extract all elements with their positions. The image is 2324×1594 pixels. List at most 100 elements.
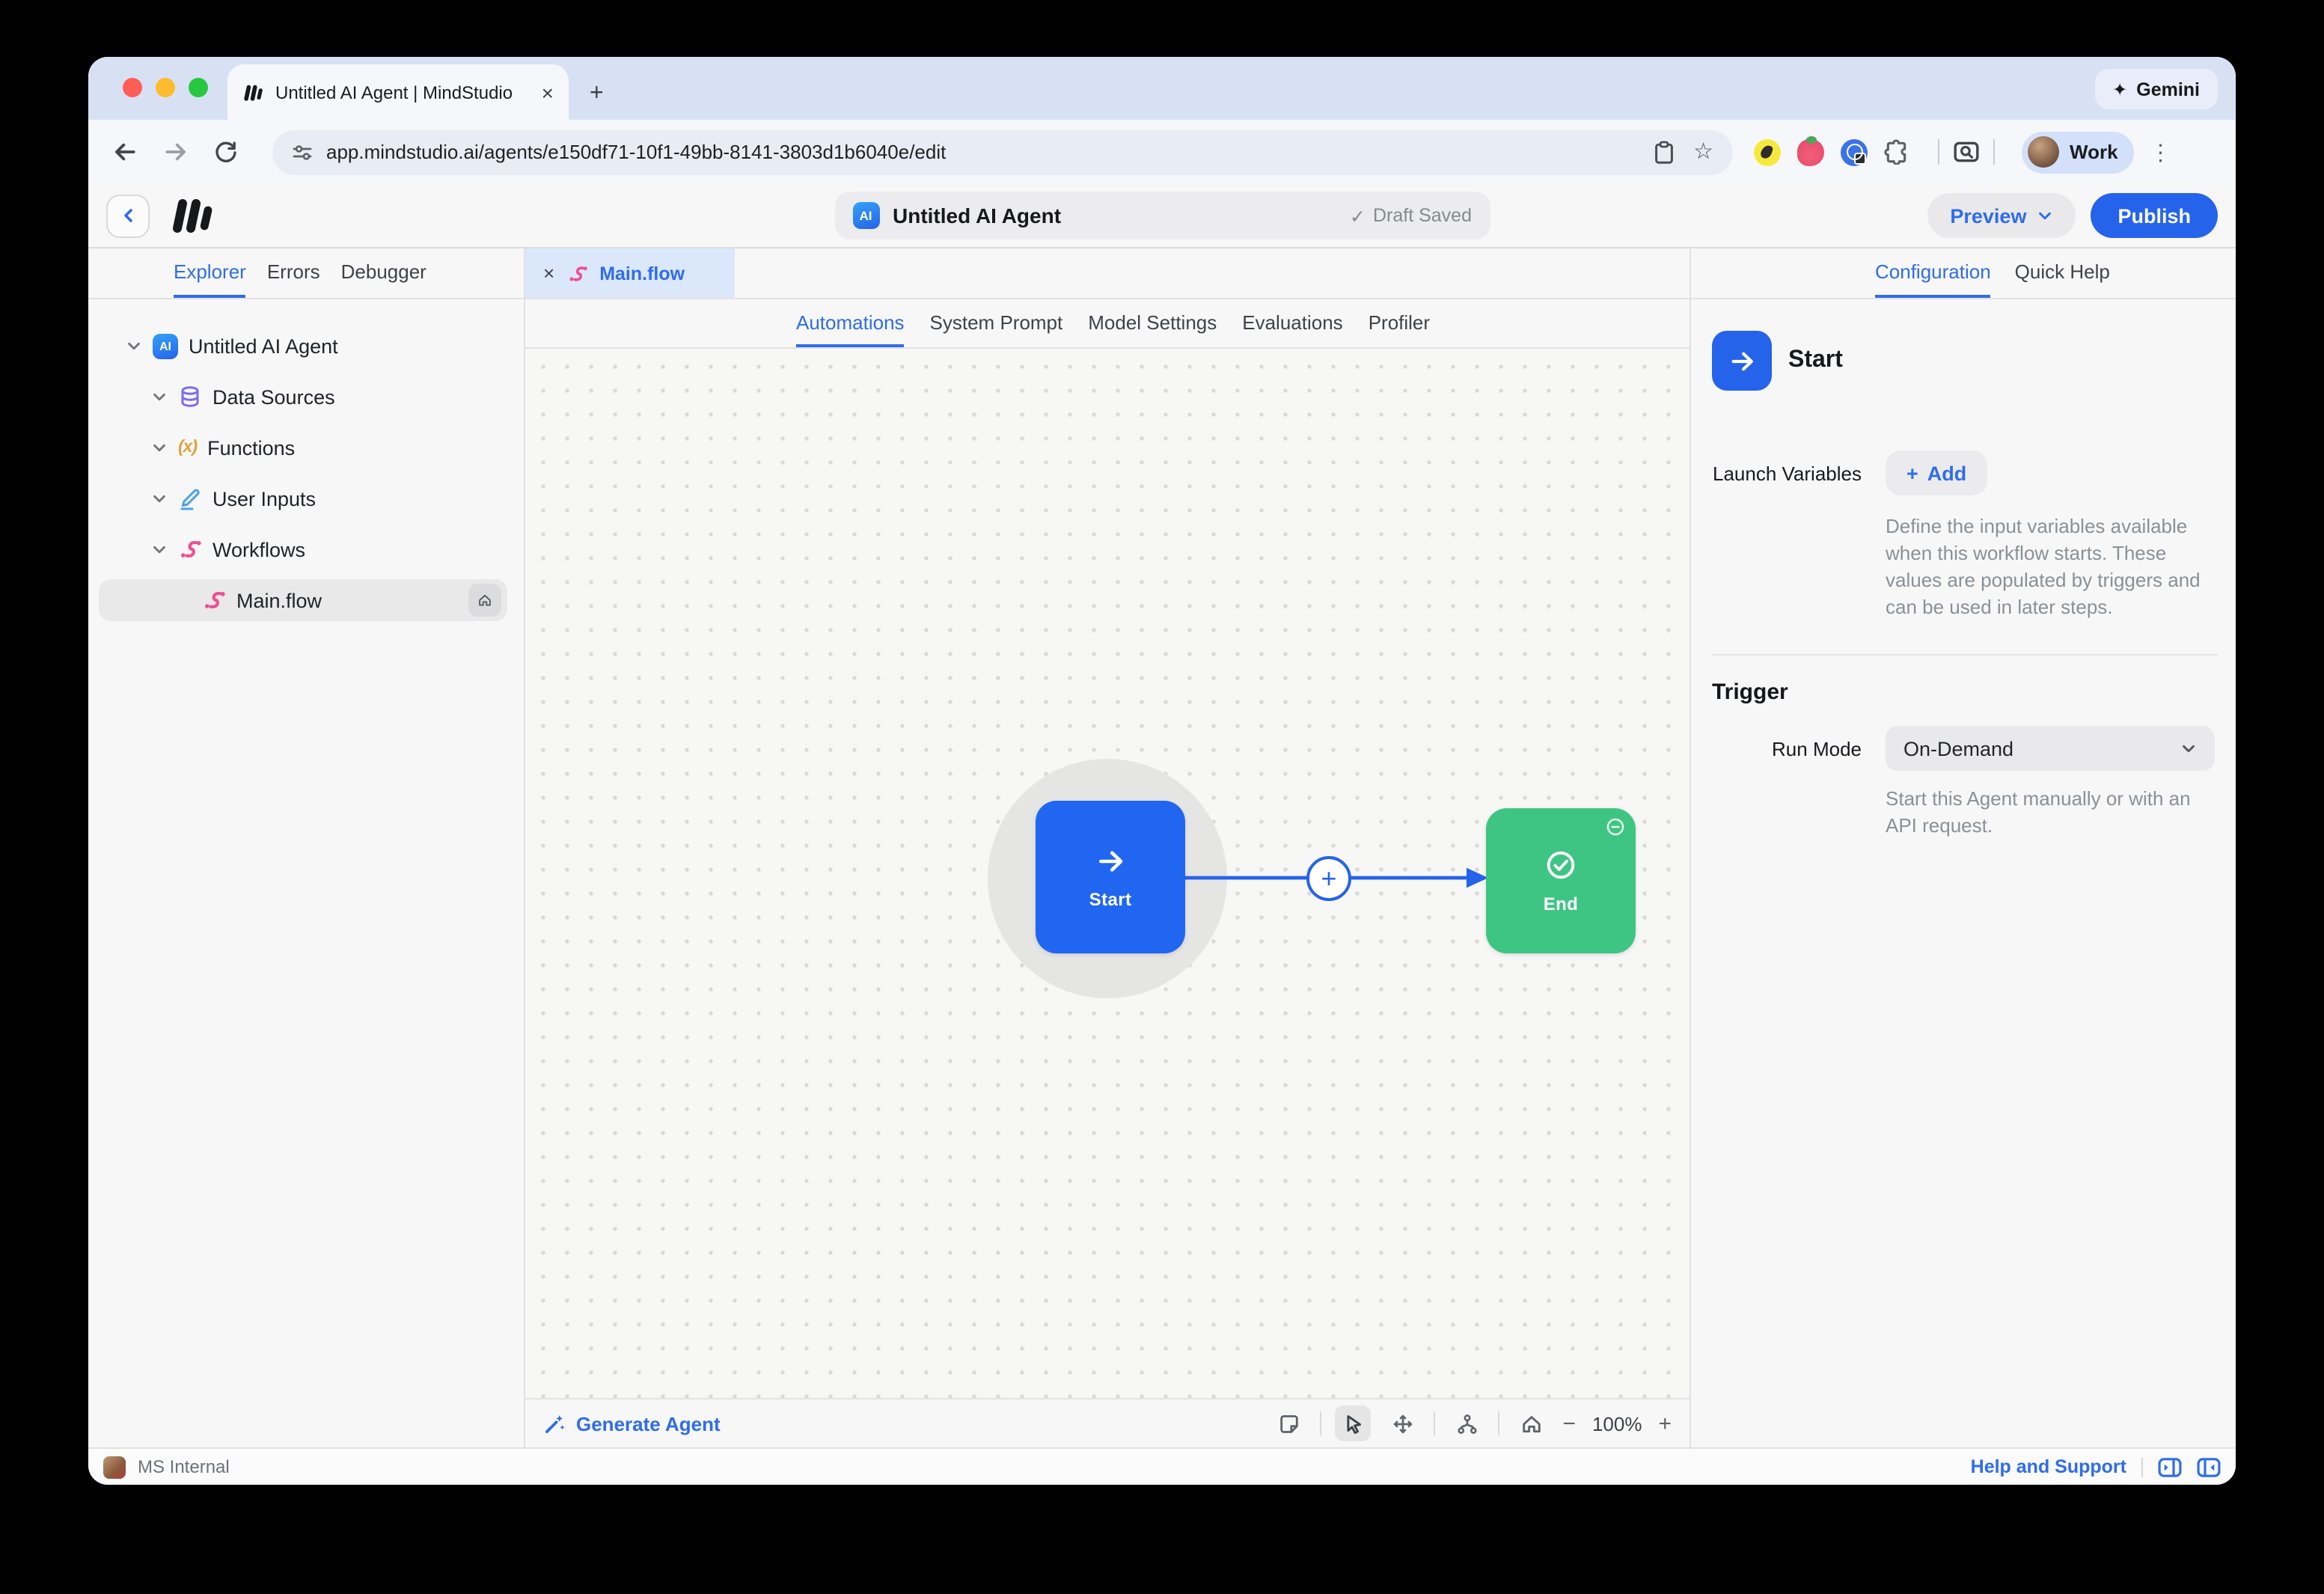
- workspace-name[interactable]: MS Internal: [138, 1456, 230, 1477]
- arrow-right-icon: [1728, 346, 1756, 375]
- url-text[interactable]: app.mindstudio.ai/agents/e150df71-10f1-4…: [326, 141, 1639, 163]
- toggle-right-panel-icon[interactable]: [2197, 1457, 2221, 1477]
- tidy-layout-tool[interactable]: [1449, 1405, 1484, 1441]
- browser-tab-strip: Untitled AI Agent | MindStudio × + ✦ Gem…: [88, 57, 2236, 120]
- tab-evaluations[interactable]: Evaluations: [1242, 299, 1342, 347]
- password-manager-icon[interactable]: [1841, 138, 1868, 165]
- new-tab-button[interactable]: +: [590, 82, 604, 106]
- status-bar: MS Internal Help and Support: [88, 1447, 2236, 1485]
- browser-tab[interactable]: Untitled AI Agent | MindStudio ×: [227, 64, 569, 120]
- gemini-button[interactable]: ✦ Gemini: [2094, 69, 2218, 109]
- tree-item-user-inputs[interactable]: User Inputs: [88, 473, 524, 524]
- start-node-icon: [1712, 331, 1772, 391]
- select-tool[interactable]: [1335, 1405, 1371, 1441]
- browser-profile-button[interactable]: Work: [2022, 131, 2135, 173]
- save-status: ✓ Draft Saved: [1350, 204, 1472, 227]
- tab-automations[interactable]: Automations: [796, 299, 905, 347]
- generate-agent-button[interactable]: Generate Agent: [543, 1412, 721, 1435]
- section-divider: [1712, 654, 2218, 656]
- close-tab-icon[interactable]: ×: [542, 82, 554, 103]
- move-icon: [1391, 1412, 1413, 1435]
- tab-search-icon[interactable]: [1953, 139, 1980, 165]
- tree-item-data-sources[interactable]: Data Sources: [88, 371, 524, 422]
- zoom-in-button[interactable]: +: [1658, 1412, 1672, 1435]
- file-tab-main-flow[interactable]: × Main.flow: [525, 248, 735, 298]
- fit-home-tool[interactable]: [1513, 1405, 1549, 1441]
- fullscreen-window-button[interactable]: [189, 78, 208, 97]
- help-and-support-link[interactable]: Help and Support: [1971, 1456, 2126, 1477]
- sticky-note-tool[interactable]: [1270, 1405, 1306, 1441]
- publish-button[interactable]: Publish: [2091, 193, 2218, 238]
- mindstudio-favicon: [242, 83, 263, 101]
- pencil-icon: [178, 486, 202, 510]
- trigger-heading: Trigger: [1712, 680, 2218, 705]
- add-step-button[interactable]: +: [1306, 856, 1351, 901]
- tree-item-main-flow[interactable]: Main.flow: [99, 579, 507, 621]
- browser-menu-icon[interactable]: ⋮: [2150, 138, 2172, 165]
- ai-badge-icon: AI: [153, 333, 178, 358]
- end-node[interactable]: End: [1486, 808, 1636, 953]
- workspace-avatar[interactable]: [103, 1456, 126, 1478]
- home-icon: [1520, 1412, 1542, 1435]
- chevron-down-icon[interactable]: [151, 541, 168, 558]
- workflow-icon: [566, 263, 587, 284]
- forward-icon[interactable]: [163, 139, 189, 165]
- extensions-puzzle-icon[interactable]: [1884, 139, 1909, 165]
- inspector-panel: Configuration Quick Help Start Launch Va…: [1691, 248, 2236, 1447]
- run-mode-value: On-Demand: [1903, 737, 2013, 760]
- chevron-down-icon[interactable]: [151, 439, 168, 456]
- tree-item-label: Untitled AI Agent: [189, 335, 338, 357]
- bookmark-icon[interactable]: ☆: [1693, 141, 1713, 163]
- tab-explorer[interactable]: Explorer: [174, 248, 246, 298]
- add-variable-label: Add: [1927, 462, 1967, 484]
- preview-button[interactable]: Preview: [1927, 193, 2076, 238]
- cursor-icon: [1342, 1412, 1364, 1435]
- tree-item-agent-root[interactable]: AI Untitled AI Agent: [88, 320, 524, 371]
- pan-tool[interactable]: [1384, 1405, 1420, 1441]
- start-node-label: Start: [1089, 888, 1132, 909]
- back-icon[interactable]: [112, 139, 138, 165]
- minimize-window-button[interactable]: [156, 78, 175, 97]
- preview-label: Preview: [1950, 204, 2026, 227]
- extension-yellow-icon[interactable]: [1754, 138, 1781, 165]
- tab-system-prompt[interactable]: System Prompt: [930, 299, 1063, 347]
- tree-item-workflows[interactable]: Workflows: [88, 524, 524, 575]
- collapse-minus-icon[interactable]: [1606, 817, 1625, 837]
- file-tab-label: Main.flow: [599, 263, 685, 284]
- tab-configuration[interactable]: Configuration: [1875, 248, 1991, 298]
- copy-link-icon[interactable]: [1653, 140, 1674, 164]
- close-window-button[interactable]: [123, 78, 142, 97]
- agent-title[interactable]: Untitled AI Agent: [893, 204, 1061, 228]
- tree-item-label: User Inputs: [212, 487, 316, 510]
- zoom-level[interactable]: 100%: [1592, 1412, 1642, 1435]
- tab-profiler[interactable]: Profiler: [1369, 299, 1430, 347]
- app-back-button[interactable]: [106, 194, 150, 237]
- workflow-canvas[interactable]: + Start End: [525, 349, 1690, 1398]
- home-workflow-button[interactable]: [468, 584, 501, 617]
- tab-debugger[interactable]: Debugger: [341, 248, 426, 298]
- agent-title-bar[interactable]: AI Untitled AI Agent ✓ Draft Saved: [834, 192, 1490, 239]
- reload-icon[interactable]: [214, 140, 238, 164]
- tab-model-settings[interactable]: Model Settings: [1088, 299, 1217, 347]
- chevron-down-icon[interactable]: [151, 490, 168, 507]
- toolbar-divider: [1993, 139, 1995, 165]
- mindstudio-logo[interactable]: [169, 198, 214, 233]
- site-settings-icon[interactable]: [292, 141, 313, 162]
- run-mode-row: Run Mode On-Demand: [1712, 726, 2218, 771]
- tab-errors[interactable]: Errors: [267, 248, 320, 298]
- url-bar[interactable]: app.mindstudio.ai/agents/e150df71-10f1-4…: [272, 129, 1733, 174]
- statusbar-divider: [2141, 1457, 2143, 1477]
- extension-berry-icon[interactable]: [1797, 138, 1824, 165]
- selected-node-title: Start: [1788, 347, 1843, 374]
- close-file-tab-icon[interactable]: ×: [543, 263, 554, 283]
- add-variable-button[interactable]: + Add: [1886, 451, 1987, 495]
- run-mode-select[interactable]: On-Demand: [1886, 726, 2215, 771]
- tree-item-functions[interactable]: (x) Functions: [88, 422, 524, 473]
- start-node[interactable]: Start: [1036, 801, 1185, 953]
- launch-variables-help: Define the input variables available whe…: [1886, 513, 2218, 621]
- zoom-out-button[interactable]: −: [1562, 1412, 1576, 1435]
- toggle-left-panel-icon[interactable]: [2158, 1457, 2182, 1477]
- chevron-down-icon[interactable]: [151, 388, 168, 405]
- chevron-down-icon[interactable]: [126, 338, 142, 354]
- tab-quick-help[interactable]: Quick Help: [2015, 248, 2110, 298]
